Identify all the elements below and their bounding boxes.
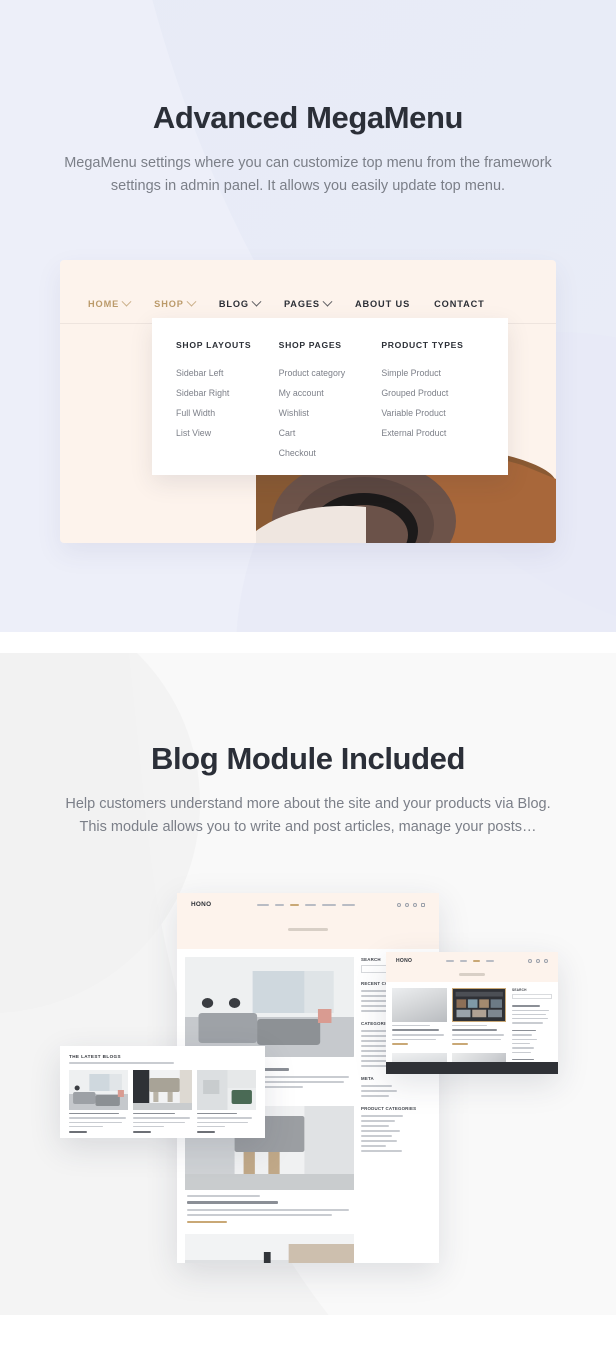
nav-item-label: BLOG [218, 299, 249, 309]
dropdown-link[interactable]: Sidebar Left [176, 363, 279, 383]
dropdown-link[interactable]: Cart [279, 423, 382, 443]
chevron-down-icon [251, 296, 262, 307]
dropdown-link[interactable]: Wishlist [279, 403, 382, 423]
breadcrumb [459, 973, 485, 976]
blog-mockup-left: THE LATEST BLOGS [60, 1046, 265, 1138]
megamenu-heading-block: Advanced MegaMenu MegaMenu settings wher… [0, 0, 616, 198]
nav-item-label: ABOUT US [354, 299, 411, 309]
dropdown-link[interactable]: My account [279, 383, 382, 403]
blog-mockups-group: HONO SEARCH RECENT COMMENTS CATEGORIES M… [0, 880, 616, 1280]
dropdown-link[interactable]: External Product [381, 423, 484, 443]
column-title: PRODUCT TYPES [381, 340, 464, 350]
dropdown-link[interactable]: Full Width [176, 403, 279, 423]
megamenu-navbar[interactable]: HOME SHOP BLOG PAGES ABOUT US CONTACT [60, 286, 556, 324]
brand-logo: HONO [191, 901, 212, 908]
post-thumbnail [185, 1234, 354, 1263]
nav-item-shop[interactable]: SHOP [154, 296, 197, 309]
nav-item-pages[interactable]: PAGES [283, 296, 333, 309]
dropdown-column-product-types: PRODUCT TYPES Simple Product Grouped Pro… [381, 340, 484, 475]
dropdown-link[interactable]: Checkout [279, 443, 382, 463]
sidebar-heading: PRODUCT CATEGORIES [361, 1106, 417, 1111]
nav-item-label: PAGES [283, 299, 320, 309]
sidebar-heading: SEARCH [512, 988, 527, 992]
blog-card[interactable] [197, 1069, 256, 1136]
blog-card[interactable] [69, 1069, 128, 1136]
dropdown-link[interactable]: Simple Product [381, 363, 484, 383]
breadcrumb [288, 928, 328, 931]
section-description: MegaMenu settings where you can customiz… [64, 155, 552, 194]
landing-page: Advanced MegaMenu MegaMenu settings wher… [0, 0, 616, 1359]
megamenu-dropdown-panel: SHOP LAYOUTS Sidebar Left Sidebar Right … [152, 318, 508, 475]
nav-item-label: SHOP [154, 299, 184, 309]
dropdown-link[interactable]: Sidebar Right [176, 383, 279, 403]
dropdown-link[interactable]: Variable Product [381, 403, 484, 423]
chevron-down-icon [186, 296, 197, 307]
nav-item-label: CONTACT [434, 299, 485, 309]
nav-item-contact[interactable]: CONTACT [434, 299, 485, 309]
dropdown-link[interactable]: List View [176, 423, 279, 443]
nav-item-label: HOME [88, 299, 120, 309]
section-megamenu: Advanced MegaMenu MegaMenu settings wher… [0, 0, 616, 632]
brand-logo: HONO [396, 958, 413, 964]
nav-item-about-us[interactable]: ABOUT US [355, 299, 410, 309]
column-title: SHOP PAGES [278, 340, 342, 350]
nav-item-blog[interactable]: BLOG [218, 296, 262, 309]
blog-card[interactable] [133, 1069, 192, 1136]
blog-mockup-right: HONO SEARCH [386, 952, 558, 1074]
dropdown-link[interactable]: Grouped Product [381, 383, 484, 403]
latest-blogs-title: THE LATEST BLOGS [69, 1054, 121, 1059]
section-description: Help customers understand more about the… [65, 796, 551, 835]
page-title: Advanced MegaMenu [152, 100, 464, 135]
mockup-footer [386, 1062, 558, 1074]
chevron-down-icon [121, 296, 132, 307]
nav-item-home[interactable]: HOME [88, 296, 132, 309]
post-thumbnail [185, 957, 354, 1057]
blog-heading-block: Blog Module Included Help customers unde… [0, 653, 616, 839]
column-title: SHOP LAYOUTS [176, 340, 252, 350]
sidebar-heading: META [361, 1076, 374, 1081]
chevron-down-icon [322, 296, 333, 307]
dropdown-link[interactable]: Product category [279, 363, 382, 383]
section-title: Blog Module Included [150, 741, 466, 776]
mockup-hero: HONO [177, 893, 439, 949]
search-input[interactable] [512, 994, 552, 999]
dropdown-column-shop-layouts: SHOP LAYOUTS Sidebar Left Sidebar Right … [176, 340, 279, 475]
dropdown-column-shop-pages: SHOP PAGES Product category My account W… [279, 340, 382, 475]
